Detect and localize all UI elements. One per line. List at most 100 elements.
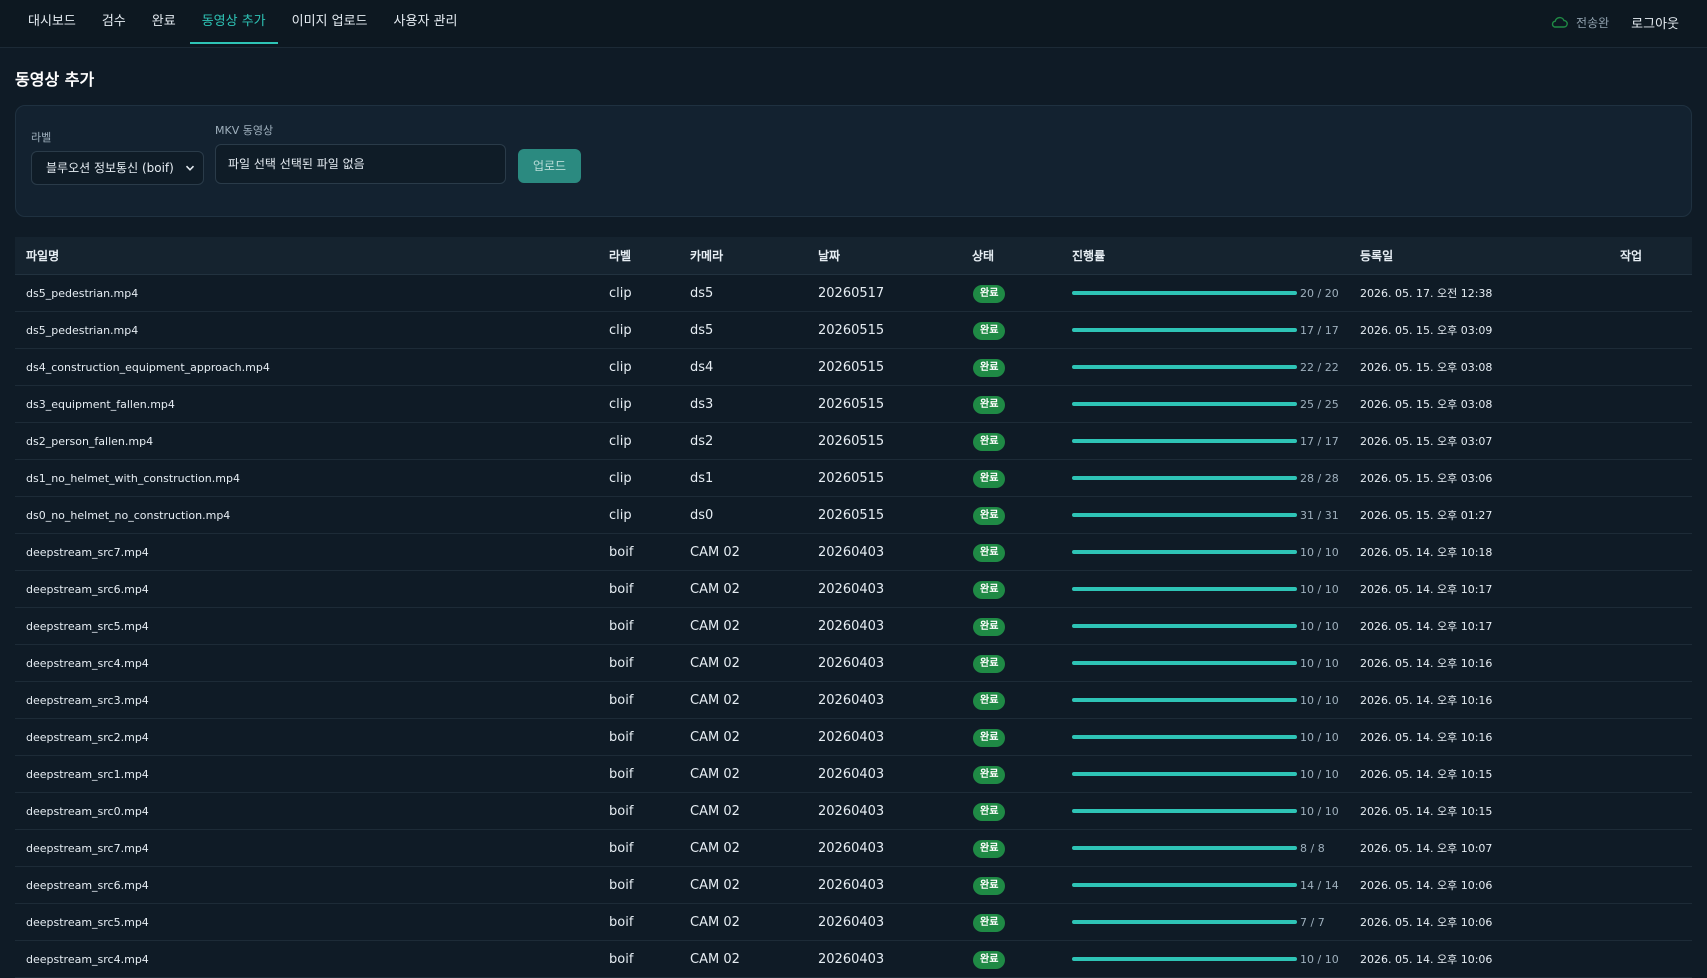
progress-text: 10 / 10 bbox=[1300, 620, 1339, 633]
cell-filename: deepstream_src7.mp4 bbox=[26, 546, 149, 559]
table-row[interactable]: ds1_no_helmet_with_construction.mp4 clip d… bbox=[15, 460, 1692, 497]
header-action: 작업 bbox=[1620, 249, 1643, 263]
table-row[interactable]: deepstream_src5.mp4 boif CAM 02 20260403 완료 1… bbox=[15, 608, 1692, 645]
cell-camera: CAM 02 bbox=[690, 545, 740, 560]
cell-camera: CAM 02 bbox=[690, 767, 740, 782]
progress-bar bbox=[1072, 365, 1297, 369]
video-field-caption: MKV 동영상 bbox=[215, 124, 274, 137]
video-table: 파일명 라벨 카메라 날짜 상태 진행률 등록일 작업 ds5_pedestri… bbox=[15, 237, 1692, 978]
nav-complete[interactable]: 완료 bbox=[140, 0, 188, 44]
progress-text: 31 / 31 bbox=[1300, 509, 1339, 522]
progress-fill bbox=[1072, 883, 1297, 887]
table-row[interactable]: ds4_construction_equipment_approach.mp4 c… bbox=[15, 349, 1692, 386]
status-badge: 완료 bbox=[973, 322, 1006, 340]
nav-add-video[interactable]: 동영상 추가 bbox=[189, 0, 278, 44]
progress-text: 25 / 25 bbox=[1300, 398, 1339, 411]
progress-text: 7 / 7 bbox=[1300, 916, 1325, 929]
status-badge: 완료 bbox=[973, 433, 1006, 451]
nav-image-upload[interactable]: 이미지 업로드 bbox=[280, 0, 380, 44]
cell-filename: deepstream_src6.mp4 bbox=[26, 583, 149, 596]
progress-bar bbox=[1072, 476, 1297, 480]
table-row[interactable]: ds2_person_fallen.mp4 clip ds2 20260515 완료 17… bbox=[15, 423, 1692, 460]
status-badge: 완료 bbox=[973, 766, 1006, 784]
cell-date: 20260403 bbox=[818, 915, 885, 930]
transfer-status: 전송완 bbox=[1550, 14, 1609, 31]
table-body: ds5_pedestrian.mp4 clip ds5 20260517 완료 20 / … bbox=[15, 275, 1692, 978]
header-camera[interactable]: 카메라 bbox=[690, 237, 723, 275]
progress-fill bbox=[1072, 698, 1297, 702]
progress-bar bbox=[1072, 439, 1297, 443]
header-status[interactable]: 상태 bbox=[972, 237, 994, 275]
cell-registered: 2026. 05. 14. 오후 10:18 bbox=[1360, 546, 1493, 559]
cell-date: 20260515 bbox=[818, 323, 885, 338]
progress-bar bbox=[1072, 920, 1297, 924]
status-badge: 완료 bbox=[973, 359, 1006, 377]
table-row[interactable]: deepstream_src7.mp4 boif CAM 02 20260403 완료 1… bbox=[15, 534, 1692, 571]
progress-fill bbox=[1072, 587, 1297, 591]
progress-text: 17 / 17 bbox=[1300, 435, 1339, 448]
cell-filename: ds2_person_fallen.mp4 bbox=[26, 435, 154, 448]
cell-label: clip bbox=[609, 471, 632, 486]
table-row[interactable]: ds0_no_helmet_no_construction.mp4 clip ds0… bbox=[15, 497, 1692, 534]
cell-label: clip bbox=[609, 323, 632, 338]
header-progress[interactable]: 진행률 bbox=[1072, 237, 1105, 275]
cell-camera: ds0 bbox=[690, 508, 714, 523]
progress-bar bbox=[1072, 624, 1297, 628]
progress-bar bbox=[1072, 957, 1297, 961]
progress-fill bbox=[1072, 735, 1297, 739]
upload-button[interactable]: 업로드 bbox=[518, 149, 581, 183]
table-row[interactable]: ds5_pedestrian.mp4 clip ds5 20260517 완료 20 / … bbox=[15, 275, 1692, 312]
table-row[interactable]: deepstream_src5.mp4 boif CAM 02 20260403 완료 7… bbox=[15, 904, 1692, 941]
cell-label: boif bbox=[609, 656, 634, 671]
cell-label: clip bbox=[609, 286, 632, 301]
cell-camera: ds3 bbox=[690, 397, 714, 412]
progress-bar bbox=[1072, 735, 1297, 739]
progress-text: 10 / 10 bbox=[1300, 768, 1339, 781]
table-row[interactable]: deepstream_src7.mp4 boif CAM 02 20260403 완료 8… bbox=[15, 830, 1692, 867]
table-row[interactable]: deepstream_src4.mp4 boif CAM 02 20260403 완료 1… bbox=[15, 645, 1692, 682]
cell-filename: ds4_construction_equipment_approach.mp4 bbox=[26, 361, 270, 374]
table-row[interactable]: deepstream_src0.mp4 boif CAM 02 20260403 완료 1… bbox=[15, 793, 1692, 830]
logout-button[interactable]: 로그아웃 bbox=[1631, 13, 1679, 32]
status-badge: 완료 bbox=[973, 507, 1006, 525]
label-select[interactable]: 블루오션 정보통신 (boif) bbox=[31, 151, 204, 185]
header-registered[interactable]: 등록일 bbox=[1360, 237, 1393, 275]
status-badge: 완료 bbox=[973, 692, 1006, 710]
cell-date: 20260403 bbox=[818, 841, 885, 856]
cell-camera: ds2 bbox=[690, 434, 714, 449]
cell-filename: deepstream_src6.mp4 bbox=[26, 879, 149, 892]
cell-camera: ds1 bbox=[690, 471, 714, 486]
header-filename[interactable]: 파일명 bbox=[26, 237, 59, 275]
nav-dashboard[interactable]: 대시보드 bbox=[16, 0, 88, 44]
cell-label: boif bbox=[609, 878, 634, 893]
cell-filename: deepstream_src3.mp4 bbox=[26, 694, 149, 707]
progress-fill bbox=[1072, 920, 1297, 924]
cell-filename: ds1_no_helmet_with_construction.mp4 bbox=[26, 472, 240, 485]
cell-camera: CAM 02 bbox=[690, 693, 740, 708]
table-row[interactable]: deepstream_src2.mp4 boif CAM 02 20260403 완료 1… bbox=[15, 719, 1692, 756]
table-row[interactable]: ds3_equipment_fallen.mp4 clip ds3 20260515 완… bbox=[15, 386, 1692, 423]
nav-review[interactable]: 검수 bbox=[90, 0, 138, 44]
progress-bar bbox=[1072, 883, 1297, 887]
video-file-input[interactable]: 파일 선택 선택된 파일 없음 bbox=[215, 144, 506, 184]
cell-date: 20260403 bbox=[818, 545, 885, 560]
cell-date: 20260403 bbox=[818, 693, 885, 708]
cell-camera: CAM 02 bbox=[690, 730, 740, 745]
table-row[interactable]: deepstream_src6.mp4 boif CAM 02 20260403 완료 1… bbox=[15, 867, 1692, 904]
cell-registered: 2026. 05. 15. 오후 03:07 bbox=[1360, 435, 1493, 448]
header-date[interactable]: 날짜 bbox=[818, 237, 840, 275]
cell-camera: CAM 02 bbox=[690, 915, 740, 930]
table-row[interactable]: deepstream_src1.mp4 boif CAM 02 20260403 완료 1… bbox=[15, 756, 1692, 793]
header-label[interactable]: 라벨 bbox=[609, 237, 631, 275]
progress-fill bbox=[1072, 402, 1297, 406]
top-navigation-bar: 대시보드 검수 완료 동영상 추가 이미지 업로드 사용자 관리 전송완 로그아… bbox=[0, 0, 1707, 48]
status-badge: 완료 bbox=[973, 544, 1006, 562]
table-row[interactable]: ds5_pedestrian.mp4 clip ds5 20260515 완료 17 / … bbox=[15, 312, 1692, 349]
cell-date: 20260403 bbox=[818, 582, 885, 597]
cell-date: 20260515 bbox=[818, 360, 885, 375]
nav-user-management[interactable]: 사용자 관리 bbox=[382, 0, 470, 44]
table-row[interactable]: deepstream_src6.mp4 boif CAM 02 20260403 완료 1… bbox=[15, 571, 1692, 608]
chevron-down-icon bbox=[185, 165, 195, 171]
cell-date: 20260403 bbox=[818, 804, 885, 819]
table-row[interactable]: deepstream_src3.mp4 boif CAM 02 20260403 완료 1… bbox=[15, 682, 1692, 719]
